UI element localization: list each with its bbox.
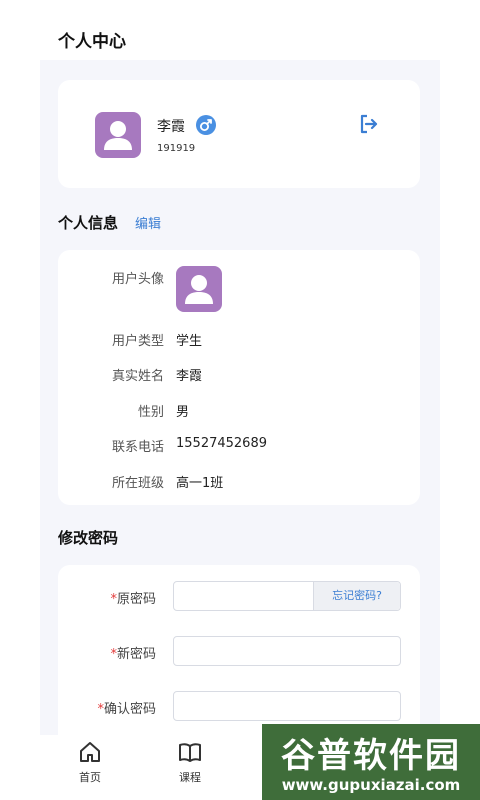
user-avatar-icon: [104, 121, 132, 150]
page-title: 个人中心: [58, 32, 126, 52]
new-password-label: *新密码: [110, 647, 156, 662]
info-value: 男: [176, 405, 190, 420]
info-label: 性别: [137, 405, 164, 420]
profile-card: 李霞 191919: [58, 80, 420, 188]
info-row-gender: 性别 男: [58, 401, 420, 421]
confirm-password-label: *确认密码: [97, 702, 156, 717]
profile-id: 191919: [157, 143, 196, 154]
info-label: 所在班级: [111, 476, 164, 491]
watermark: 谷普软件园 www.gupuxiazai.com: [262, 724, 480, 800]
book-icon: [179, 743, 201, 762]
male-icon: [196, 115, 216, 135]
edit-button[interactable]: 编辑: [135, 213, 161, 232]
info-label: 用户类型: [111, 334, 164, 349]
info-row-type: 用户类型 学生: [58, 330, 420, 350]
info-row-class: 所在班级 高一1班: [58, 472, 420, 492]
user-avatar-icon: [185, 275, 213, 304]
watermark-url: www.gupuxiazai.com: [281, 776, 461, 794]
info-row-phone: 联系电话 15527452689: [58, 436, 420, 456]
confirm-password-row: *确认密码: [58, 691, 420, 721]
profile-name: 李霞: [157, 119, 185, 135]
watermark-logo-text: 谷普软件园: [281, 736, 461, 776]
info-value: 学生: [176, 334, 203, 349]
info-row-avatar: 用户头像: [58, 268, 420, 288]
info-value: 高一1班: [176, 476, 224, 491]
old-password-label: *原密码: [110, 592, 156, 607]
new-password-row: *新密码: [58, 636, 420, 666]
new-password-input[interactable]: [173, 636, 401, 666]
home-icon: [80, 742, 100, 762]
info-avatar[interactable]: [176, 266, 222, 312]
confirm-password-input[interactable]: [173, 691, 401, 721]
old-password-row: *原密码 忘记密码?: [58, 581, 420, 611]
info-value: 李霞: [176, 369, 203, 384]
forgot-password-button[interactable]: 忘记密码?: [313, 582, 400, 610]
avatar[interactable]: [95, 112, 141, 158]
info-card: 用户头像 用户类型 学生 真实姓名 李霞 性别 男 联系电话 155274526…: [58, 250, 420, 505]
password-section-title: 修改密码: [58, 529, 119, 547]
info-value: 15527452689: [176, 436, 267, 451]
info-label: 真实姓名: [111, 369, 164, 384]
logout-icon[interactable]: [358, 113, 380, 135]
info-label: 联系电话: [111, 440, 164, 455]
info-row-name: 真实姓名 李霞: [58, 365, 420, 385]
nav-label: 首页: [79, 771, 101, 784]
nav-item-courses[interactable]: 课程: [160, 740, 220, 792]
nav-item-home[interactable]: 首页: [60, 740, 120, 792]
nav-label: 课程: [179, 771, 201, 784]
info-section-title: 个人信息: [58, 214, 119, 232]
info-label: 用户头像: [111, 272, 164, 287]
